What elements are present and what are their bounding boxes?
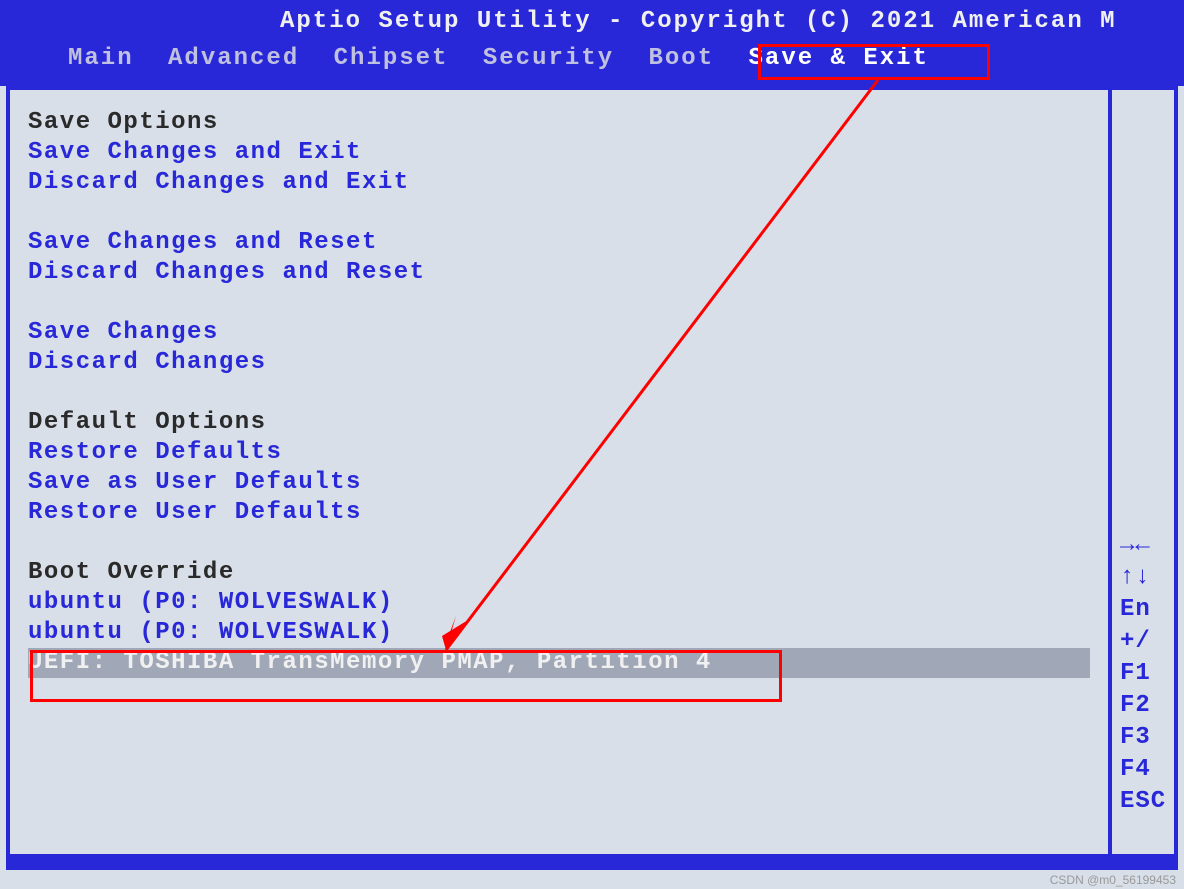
hint-f1: F1	[1120, 658, 1170, 690]
help-panel: →← ↑↓ En +/ F1 F2 F3 F4 ESC	[1112, 90, 1174, 854]
hint-f4: F4	[1120, 754, 1170, 786]
save-changes-reset[interactable]: Save Changes and Reset	[28, 228, 1090, 258]
hint-arrows-ud: ↑↓	[1120, 562, 1170, 594]
restore-defaults[interactable]: Restore Defaults	[28, 438, 1090, 468]
bottom-bar	[6, 858, 1178, 870]
main-panel: Save Options Save Changes and Exit Disca…	[10, 90, 1112, 854]
watermark: CSDN @m0_56199453	[1050, 873, 1176, 887]
hint-arrows-lr: →←	[1120, 530, 1170, 562]
hint-enter: En	[1120, 594, 1170, 626]
nav-boot[interactable]: Boot	[649, 46, 715, 72]
nav-save-exit[interactable]: Save & Exit	[749, 46, 929, 72]
restore-user-defaults[interactable]: Restore User Defaults	[28, 498, 1090, 528]
bios-setup-screen: Aptio Setup Utility - Copyright (C) 2021…	[0, 0, 1184, 889]
discard-changes-reset[interactable]: Discard Changes and Reset	[28, 258, 1090, 288]
discard-changes-exit[interactable]: Discard Changes and Exit	[28, 168, 1090, 198]
boot-override-header: Boot Override	[28, 558, 1090, 588]
discard-changes[interactable]: Discard Changes	[28, 348, 1090, 378]
nav-security[interactable]: Security	[483, 46, 614, 72]
bios-title: Aptio Setup Utility - Copyright (C) 2021…	[280, 8, 1117, 35]
boot-ubuntu-2[interactable]: ubuntu (P0: WOLVESWALK)	[28, 618, 1090, 648]
hint-esc: ESC	[1120, 786, 1170, 818]
nav-chipset[interactable]: Chipset	[334, 46, 449, 72]
default-options-header: Default Options	[28, 408, 1090, 438]
save-changes[interactable]: Save Changes	[28, 318, 1090, 348]
boot-ubuntu-1[interactable]: ubuntu (P0: WOLVESWALK)	[28, 588, 1090, 618]
hint-f3: F3	[1120, 722, 1170, 754]
save-changes-exit[interactable]: Save Changes and Exit	[28, 138, 1090, 168]
title-bar: Aptio Setup Utility - Copyright (C) 2021…	[0, 0, 1184, 46]
nav-advanced[interactable]: Advanced	[168, 46, 299, 72]
nav-bar: Main Advanced Chipset Security Boot Save…	[0, 46, 1184, 86]
boot-uefi-toshiba[interactable]: UEFI: TOSHIBA TransMemory PMAP, Partitio…	[28, 648, 1090, 678]
content-area: Save Options Save Changes and Exit Disca…	[6, 86, 1178, 858]
hint-f2: F2	[1120, 690, 1170, 722]
save-options-header: Save Options	[28, 108, 1090, 138]
nav-main[interactable]: Main	[68, 46, 134, 72]
save-user-defaults[interactable]: Save as User Defaults	[28, 468, 1090, 498]
hint-plus: +/	[1120, 626, 1170, 658]
